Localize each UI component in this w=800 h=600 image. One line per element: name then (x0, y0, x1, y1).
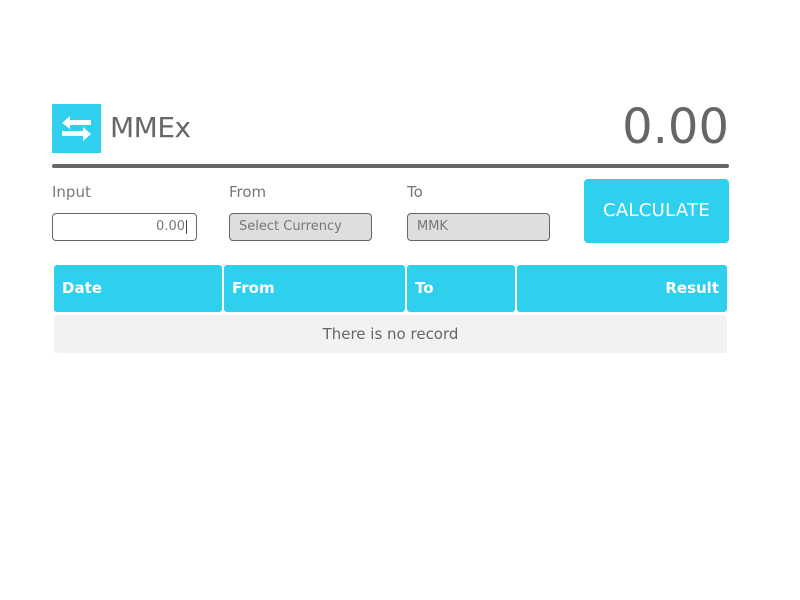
from-label: From (229, 183, 267, 201)
column-header-from: From (224, 265, 405, 312)
header: MMEx 0.00 (52, 99, 729, 155)
exchange-arrows-icon (62, 116, 91, 141)
column-header-date: Date (54, 265, 222, 312)
input-label: Input (52, 183, 91, 201)
amount-input[interactable]: 0.00 (52, 213, 197, 241)
column-header-to: To (407, 265, 515, 312)
text-caret (186, 219, 187, 234)
calculate-button[interactable]: CALCULATE (584, 179, 729, 243)
empty-table-message: There is no record (54, 315, 727, 353)
from-currency-select[interactable]: Select Currency (229, 213, 372, 241)
column-header-result: Result (517, 265, 727, 312)
result-total: 0.00 (622, 99, 729, 155)
to-currency-select[interactable]: MMK (407, 213, 550, 241)
amount-input-value: 0.00 (156, 219, 185, 234)
header-divider (52, 164, 729, 168)
app-title: MMEx (110, 111, 191, 144)
logo (52, 104, 101, 153)
to-label: To (407, 183, 423, 201)
